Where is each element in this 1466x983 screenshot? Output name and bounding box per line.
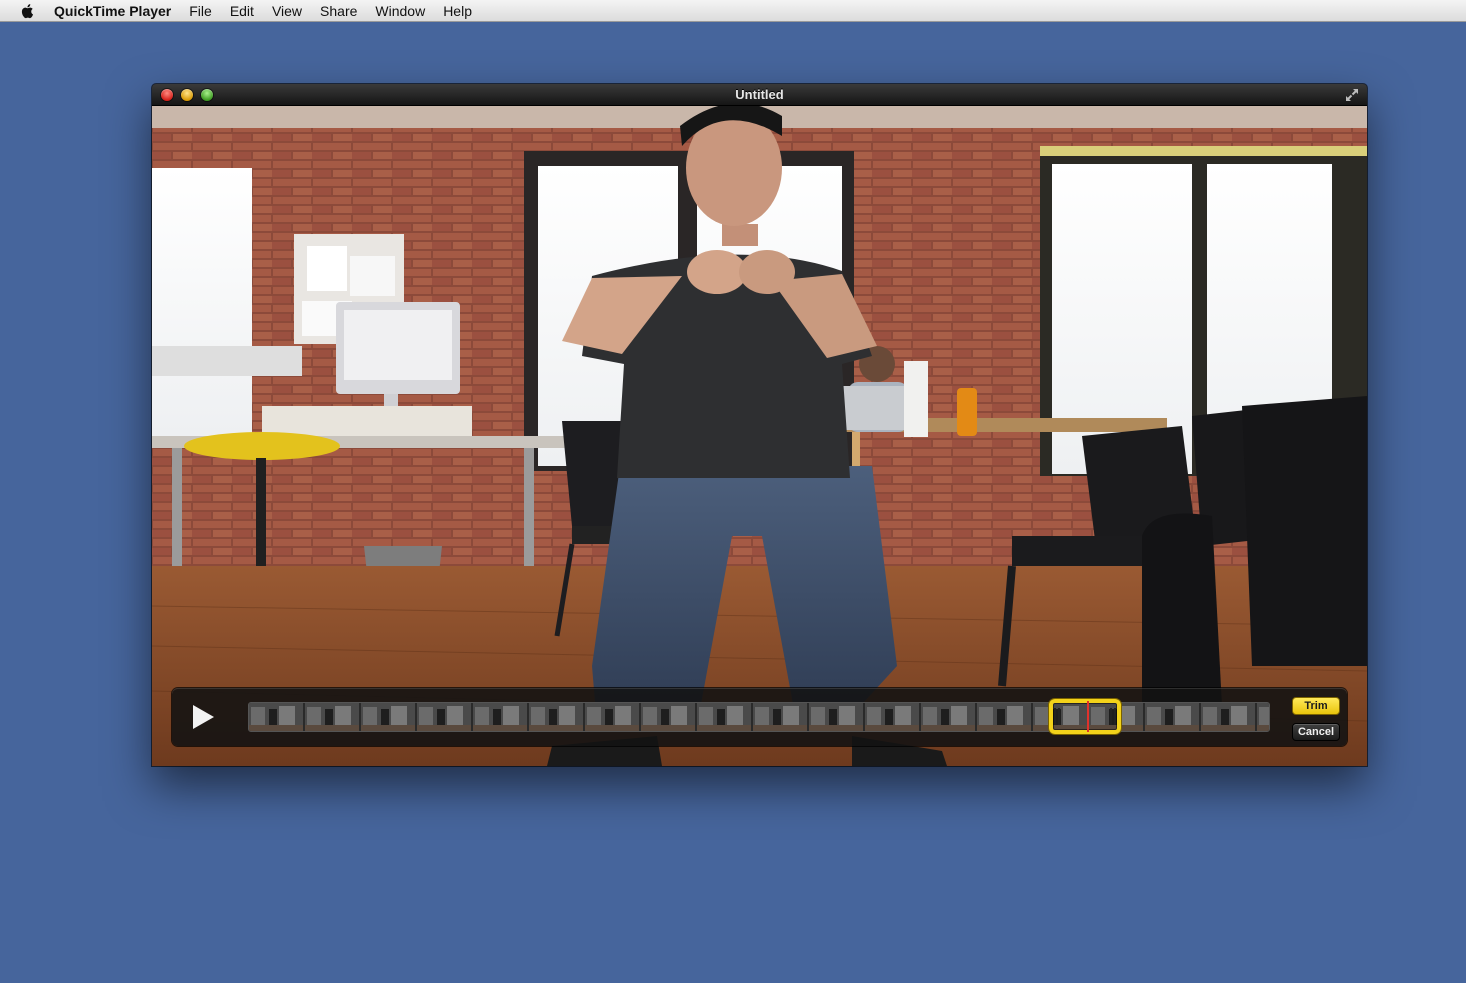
playhead[interactable] bbox=[1087, 701, 1089, 732]
trim-handle-left[interactable] bbox=[1054, 708, 1060, 725]
window-title: Untitled bbox=[735, 87, 784, 102]
trim-controls: Trim Cancel bbox=[172, 688, 1347, 746]
video-frame[interactable] bbox=[152, 106, 1367, 766]
trim-handle-right[interactable] bbox=[1110, 708, 1116, 725]
cancel-button[interactable]: Cancel bbox=[1292, 723, 1340, 741]
menu-file[interactable]: File bbox=[180, 0, 221, 22]
menu-share[interactable]: Share bbox=[311, 0, 366, 22]
quicktime-window: Untitled Trim Cancel bbox=[152, 84, 1367, 766]
apple-logo-icon[interactable] bbox=[18, 2, 38, 20]
menu-app-name[interactable]: QuickTime Player bbox=[52, 0, 180, 22]
menu-window[interactable]: Window bbox=[366, 0, 434, 22]
trim-selection-range[interactable] bbox=[1049, 699, 1121, 734]
title-bar[interactable]: Untitled bbox=[152, 84, 1367, 106]
menu-edit[interactable]: Edit bbox=[221, 0, 263, 22]
menu-bar: QuickTime Player File Edit View Share Wi… bbox=[0, 0, 1466, 22]
play-icon[interactable] bbox=[186, 702, 218, 732]
trim-button[interactable]: Trim bbox=[1292, 697, 1340, 715]
menu-view[interactable]: View bbox=[263, 0, 311, 22]
menu-help[interactable]: Help bbox=[434, 0, 481, 22]
fullscreen-icon[interactable] bbox=[1344, 87, 1360, 103]
